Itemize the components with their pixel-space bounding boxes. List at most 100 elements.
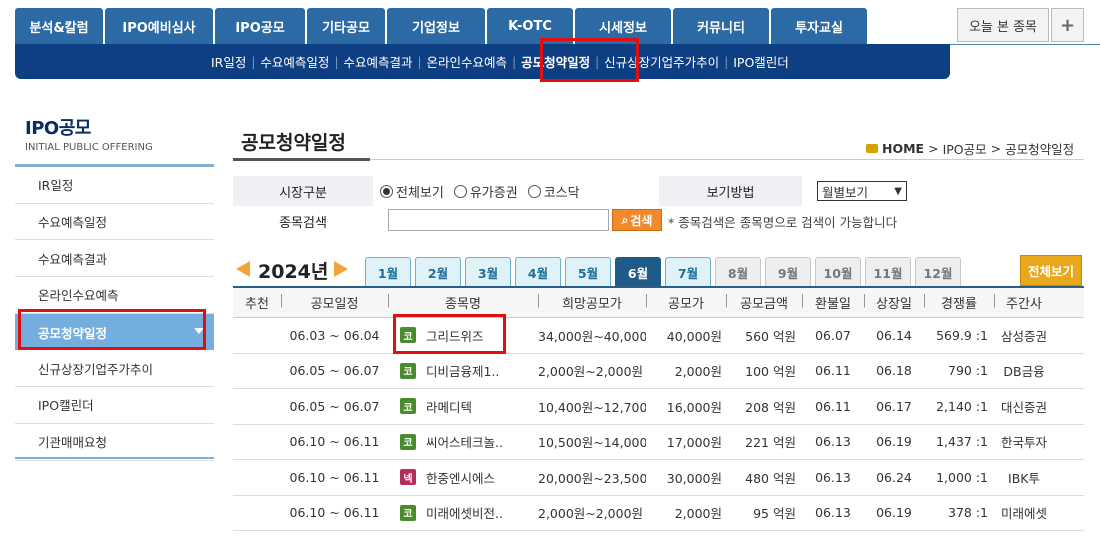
highlight-box-row bbox=[393, 314, 506, 354]
radio-button[interactable] bbox=[380, 185, 393, 198]
breadcrumb-current: 공모청약일정 bbox=[1005, 142, 1075, 157]
sidebar-item-label: 수요예측결과 bbox=[38, 251, 108, 267]
cell-refund: 06.11 bbox=[815, 398, 851, 414]
company-name-link[interactable]: 라메디텍 bbox=[426, 397, 472, 416]
sub-nav-item[interactable]: 수요예측결과 bbox=[343, 52, 412, 71]
market-badge: 코 bbox=[400, 398, 416, 415]
view-select[interactable]: 월별보기 ▼ bbox=[817, 181, 907, 201]
month-tab[interactable]: 12월 bbox=[915, 257, 961, 286]
radio-button[interactable] bbox=[527, 185, 541, 198]
cell-hope: 20,000원~23,500원 bbox=[538, 470, 646, 486]
radio-button[interactable] bbox=[453, 185, 467, 198]
sidebar-item[interactable]: 기관매매요청 bbox=[15, 424, 214, 461]
company-name-link[interactable]: 미래에셋비전.. bbox=[426, 503, 503, 522]
month-tab[interactable]: 4월 bbox=[515, 257, 561, 286]
sidebar-item[interactable]: 수요예측결과 bbox=[15, 240, 214, 278]
today-viewed-button[interactable]: 오늘 본 종목 bbox=[957, 8, 1049, 42]
filter-panel: 시장구분 전체보기 유가증권 코스닥 보기방법 월별보기 ▼ 종목검색 ⌕ 검색 … bbox=[233, 174, 1084, 238]
cell-underwriter: 대신증권 bbox=[1000, 399, 1047, 415]
cell-schedule: 06.05 ~ 06.07 bbox=[289, 398, 380, 414]
cell-underwriter: 한국투자 bbox=[1000, 435, 1047, 451]
radio-kospi[interactable]: 유가증권 bbox=[453, 182, 518, 201]
search-button[interactable]: ⌕ 검색 bbox=[612, 209, 662, 231]
month-tab[interactable]: 2월 bbox=[415, 257, 461, 286]
sidebar-item-label: IPO캘린더 bbox=[38, 398, 94, 414]
subscription-table: 추천 공모일정종목명희망공모가공모가공모금액환불일상장일경쟁률주간사 06.03 … bbox=[233, 288, 1084, 531]
column-header: 공모일정 bbox=[281, 293, 388, 312]
table-row: 06.10 ~ 06.11 코 씨어스테크놀.. 10,500원~14,000원 17,… bbox=[233, 425, 1084, 460]
sidebar-item[interactable]: IR일정 bbox=[15, 167, 214, 204]
radio-kosdaq[interactable]: 코스닥 bbox=[527, 182, 580, 201]
sub-nav-separator: | bbox=[417, 54, 422, 69]
sub-nav-item[interactable]: IPO캘린더 bbox=[733, 52, 789, 71]
cell-underwriter: IBK투 bbox=[1008, 470, 1040, 486]
cell-listing: 06.19 bbox=[876, 505, 912, 521]
sidebar-bottom-rule bbox=[15, 457, 214, 459]
nav-tab[interactable]: IPO예비심사 bbox=[105, 8, 213, 45]
month-tab[interactable]: 11월 bbox=[865, 257, 911, 286]
top-nav: 분석&칼럼 IPO예비심사 IPO공모 기타공모 기업정보 K-OTC 시세정보 커뮤니티 투자… bbox=[15, 8, 950, 45]
cell-underwriter: DB금융 bbox=[1003, 364, 1045, 380]
cell-price: 40,000원 bbox=[666, 328, 722, 344]
company-name-link[interactable]: 디비금융제1.. bbox=[426, 361, 499, 380]
column-header: 희망공모가 bbox=[538, 293, 646, 312]
search-input[interactable] bbox=[388, 209, 609, 231]
market-badge: 코 bbox=[400, 433, 416, 450]
breadcrumb: HOME > IPO공모 > 공모청약일정 bbox=[866, 139, 1074, 158]
cell-underwriter: 삼성증권 bbox=[1000, 328, 1047, 344]
search-button-label: 검색 bbox=[630, 213, 653, 228]
market-badge: 넥 bbox=[400, 469, 416, 486]
column-header: 경쟁률 bbox=[924, 293, 994, 312]
nav-tab[interactable]: 투자교실 bbox=[771, 8, 867, 45]
month-tab[interactable]: 6월 bbox=[615, 257, 661, 286]
cell-hope: 2,000원~2,000원 bbox=[538, 364, 644, 380]
cell-ratio: 378 :1 bbox=[948, 505, 988, 521]
month-tab[interactable]: 3월 bbox=[465, 257, 511, 286]
sub-nav-item[interactable]: 수요예측일정 bbox=[260, 52, 329, 71]
sidebar-subtitle: INITIAL PUBLIC OFFERING bbox=[25, 142, 153, 153]
nav-tab[interactable]: 분석&칼럼 bbox=[15, 8, 103, 45]
month-tab[interactable]: 8월 bbox=[715, 257, 761, 286]
year-label: 2024년 bbox=[258, 261, 329, 283]
cell-price: 16,000원 bbox=[666, 399, 722, 415]
breadcrumb-ipo[interactable]: IPO공모 bbox=[943, 139, 987, 158]
month-tab[interactable]: 9월 bbox=[765, 257, 811, 286]
sidebar-item[interactable]: IPO캘린더 bbox=[15, 387, 214, 424]
sidebar-item-label: 수요예측일정 bbox=[38, 215, 108, 231]
nav-tab[interactable]: 기타공모 bbox=[307, 8, 385, 45]
next-year-icon[interactable] bbox=[334, 261, 348, 277]
cell-listing: 06.24 bbox=[876, 469, 912, 485]
cell-refund: 06.13 bbox=[815, 469, 851, 485]
view-all-button[interactable]: 전체보기 bbox=[1020, 255, 1082, 286]
cell-ratio: 1,437 :1 bbox=[936, 434, 988, 450]
nav-tab[interactable]: IPO공모 bbox=[215, 8, 305, 45]
sub-nav-item[interactable]: IR일정 bbox=[211, 52, 246, 71]
add-icon[interactable]: + bbox=[1051, 8, 1084, 42]
month-tab[interactable]: 7월 bbox=[665, 257, 711, 286]
sidebar-item[interactable]: 수요예측일정 bbox=[15, 204, 214, 241]
company-cell: 코 디비금융제1.. bbox=[388, 361, 538, 380]
month-tab[interactable]: 1월 bbox=[365, 257, 411, 286]
view-label: 보기방법 bbox=[659, 176, 802, 206]
cell-schedule: 06.10 ~ 06.11 bbox=[289, 434, 380, 450]
prev-year-icon[interactable] bbox=[236, 261, 250, 277]
cell-ratio: 2,140 :1 bbox=[936, 398, 988, 414]
nav-tab[interactable]: 커뮤니티 bbox=[673, 8, 769, 45]
radio-all[interactable]: 전체보기 bbox=[380, 182, 444, 201]
cell-price: 2,000원 bbox=[674, 506, 722, 522]
table-row: 06.10 ~ 06.11 코 미래에셋비전.. 2,000원~2,000원 2,000… bbox=[233, 496, 1084, 531]
view-select-value: 월별보기 bbox=[822, 184, 869, 200]
cell-refund: 06.13 bbox=[815, 505, 851, 521]
breadcrumb-home[interactable]: HOME bbox=[882, 141, 924, 156]
nav-tab[interactable]: 기업정보 bbox=[387, 8, 485, 45]
column-header: 주간사 bbox=[994, 293, 1054, 312]
month-tab[interactable]: 10월 bbox=[815, 257, 861, 286]
cell-refund: 06.13 bbox=[815, 434, 851, 450]
month-tab[interactable]: 5월 bbox=[565, 257, 611, 286]
sub-nav-separator: | bbox=[251, 54, 256, 69]
sidebar-item[interactable]: 신규상장기업주가추이 bbox=[15, 350, 214, 388]
company-name-link[interactable]: 한중엔시에스 bbox=[426, 468, 495, 487]
company-name-link[interactable]: 씨어스테크놀.. bbox=[426, 432, 503, 451]
sub-nav-item[interactable]: 온라인수요예측 bbox=[427, 52, 508, 71]
column-header: 종목명 bbox=[388, 293, 538, 312]
